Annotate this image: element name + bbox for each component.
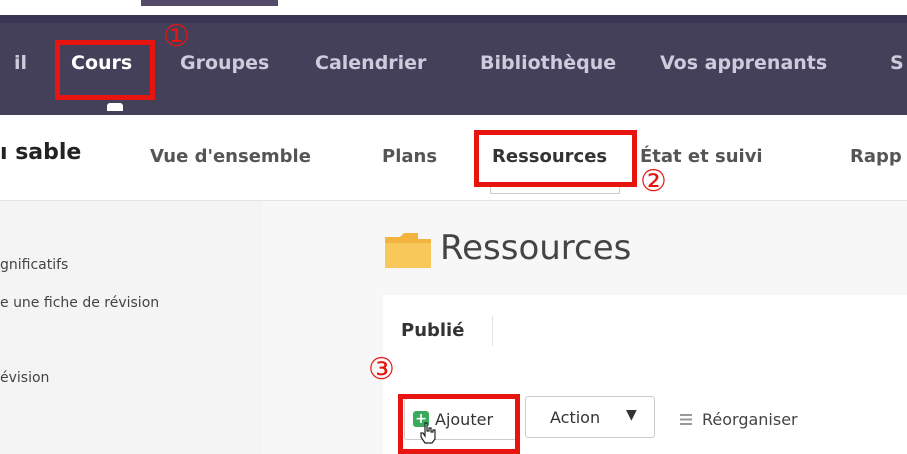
annotation-step-1: ① <box>163 19 190 54</box>
nav-item-groupes[interactable]: Groupes <box>180 52 269 74</box>
sidebar-item[interactable]: gnificatifs <box>0 257 68 273</box>
course-sub-navigation <box>0 115 907 201</box>
sidebar-item[interactable]: e une fiche de révision <box>0 295 159 311</box>
top-stripe <box>0 15 907 23</box>
annotation-box-ressources <box>474 130 637 187</box>
action-dropdown[interactable]: Action ▼ <box>525 396 655 438</box>
nav-item-vos-apprenants[interactable]: Vos apprenants <box>660 52 827 74</box>
sidebar-item[interactable]: évision <box>0 370 49 386</box>
action-dropdown-label: Action <box>550 408 601 427</box>
annotation-box-cours <box>55 40 155 100</box>
nav-item-calendrier[interactable]: Calendrier <box>315 52 426 74</box>
caret-down-icon: ▼ <box>626 407 637 423</box>
course-title: ı sable <box>0 140 82 165</box>
folder-icon <box>385 233 431 268</box>
tab-divider <box>492 316 493 346</box>
nav-hover-highlight <box>141 0 278 6</box>
nav-item-overflow[interactable]: S <box>890 52 904 74</box>
annotation-step-2: ② <box>640 164 667 199</box>
page-title: Ressources <box>440 228 632 268</box>
active-tab-underline <box>490 187 620 194</box>
drag-lines-icon <box>680 414 692 425</box>
tab-vue-ensemble[interactable]: Vue d'ensemble <box>150 146 311 167</box>
nav-item-accueil[interactable]: il <box>14 52 27 74</box>
annotation-box-ajouter <box>398 394 520 454</box>
tab-publie[interactable]: Publié <box>401 320 464 341</box>
active-nav-indicator <box>107 103 123 111</box>
sidebar <box>0 201 262 454</box>
tab-plans[interactable]: Plans <box>382 146 437 167</box>
nav-item-bibliotheque[interactable]: Bibliothèque <box>480 52 616 74</box>
reorganize-link[interactable]: Réorganiser <box>702 410 798 429</box>
annotation-step-3: ③ <box>368 352 395 387</box>
tab-rapports[interactable]: Rapp <box>850 146 902 167</box>
